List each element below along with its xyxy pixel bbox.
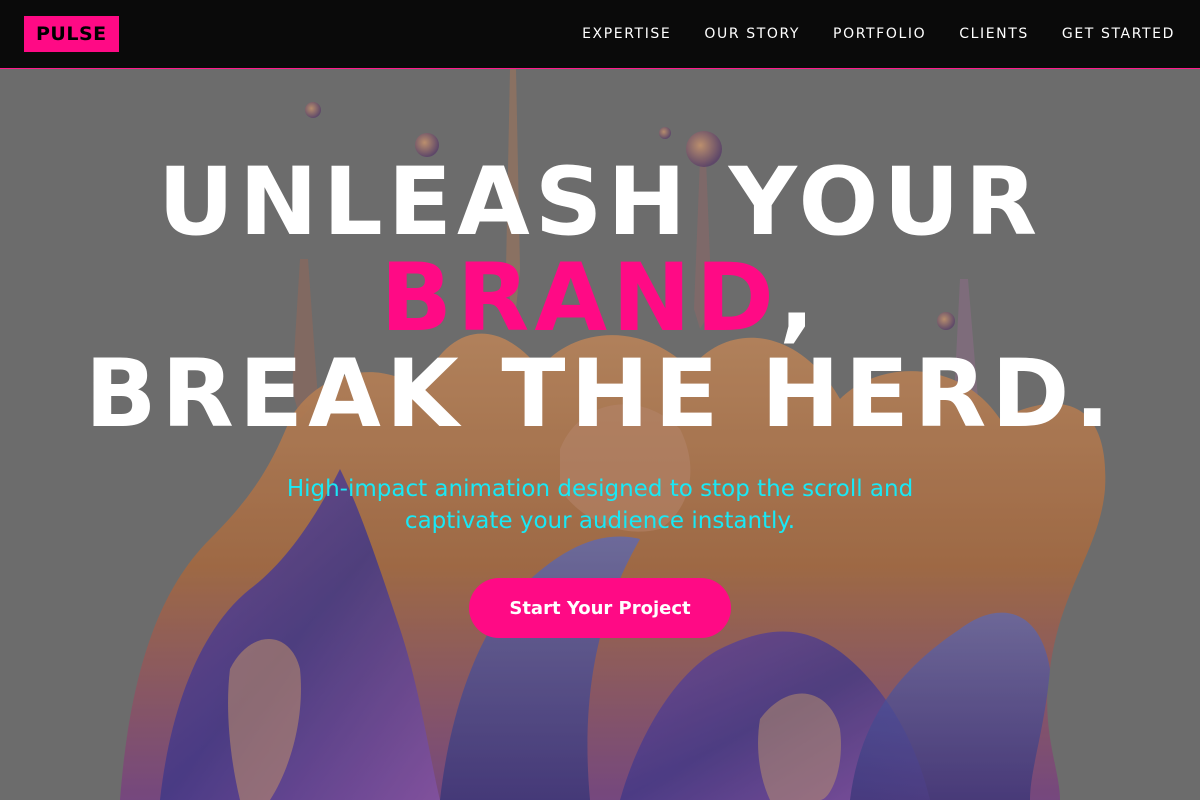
brand-logo[interactable]: PULSE — [24, 16, 119, 52]
headline-comma: , — [778, 244, 820, 353]
nav-link-our-story[interactable]: OUR STORY — [704, 26, 800, 42]
start-project-button[interactable]: Start Your Project — [469, 578, 731, 638]
top-navbar: PULSE EXPERTISE OUR STORY PORTFOLIO CLIE… — [0, 0, 1200, 69]
hero-content: UNLEASH YOUR BRAND, BREAK THE HERD. High… — [0, 69, 1200, 800]
nav-link-portfolio[interactable]: PORTFOLIO — [833, 26, 926, 42]
nav-link-clients[interactable]: CLIENTS — [959, 26, 1029, 42]
hero-subtitle: High-impact animation designed to stop t… — [286, 476, 914, 534]
headline-line-3: BREAK THE HERD. — [84, 340, 1116, 449]
nav-link-get-started[interactable]: GET STARTED — [1062, 26, 1175, 42]
headline-accent-word: BRAND — [380, 244, 779, 353]
primary-nav: EXPERTISE OUR STORY PORTFOLIO CLIENTS GE… — [582, 0, 1175, 68]
headline-line-1: UNLEASH YOUR — [157, 148, 1043, 257]
nav-link-expertise[interactable]: EXPERTISE — [582, 26, 671, 42]
hero-section: UNLEASH YOUR BRAND, BREAK THE HERD. High… — [0, 69, 1200, 800]
hero-headline: UNLEASH YOUR BRAND, BREAK THE HERD. — [0, 155, 1200, 443]
headline-line-2: BRAND, — [0, 251, 1200, 347]
